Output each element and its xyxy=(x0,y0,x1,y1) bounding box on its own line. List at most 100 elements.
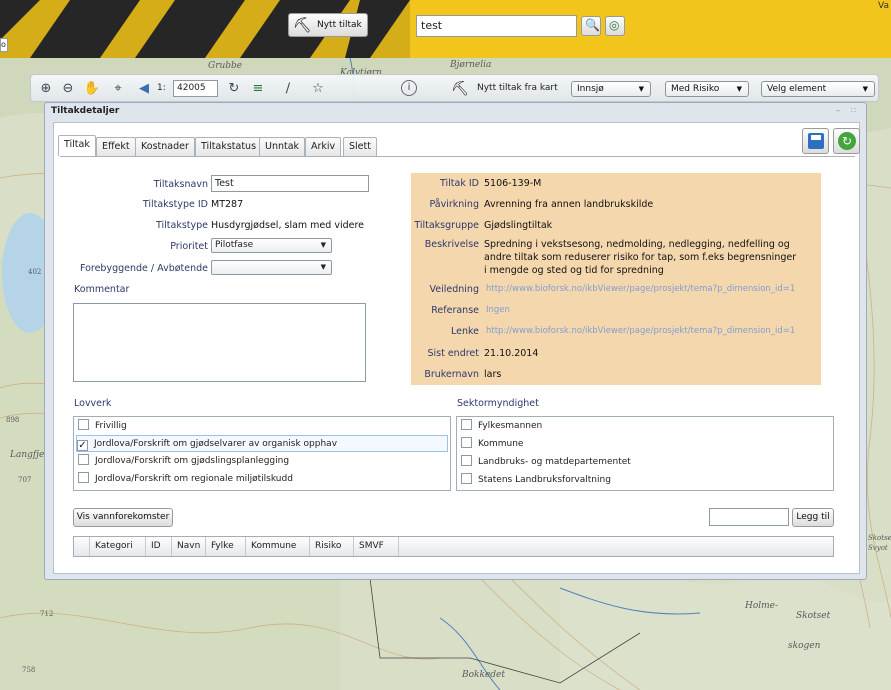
column-header-kategori[interactable]: Kategori xyxy=(90,537,146,556)
legg-til-input[interactable] xyxy=(709,508,789,526)
column-header-risiko[interactable]: Risiko xyxy=(310,537,354,556)
tab-kostnader[interactable]: Kostnader xyxy=(135,137,195,156)
map-label: Skotset xyxy=(796,611,831,621)
tab-unntak[interactable]: Unntak xyxy=(259,137,306,156)
checkbox[interactable] xyxy=(78,472,89,483)
element-dropdown[interactable]: Velg element ▼ xyxy=(761,81,875,97)
waterbody-dropdown[interactable]: Innsjø ▼ xyxy=(571,81,651,97)
dropdown-arrow-icon: ▼ xyxy=(638,85,644,93)
refresh-button[interactable]: ↻ xyxy=(833,128,860,154)
checkbox[interactable] xyxy=(78,419,89,430)
sektor-item[interactable]: Kommune xyxy=(461,436,523,453)
info-box: Tiltak ID 5106-139-M Påvirkning Avrennin… xyxy=(411,173,821,385)
zoom-in-icon[interactable]: ⊕ xyxy=(37,80,55,98)
risk-dropdown[interactable]: Med Risiko ▼ xyxy=(665,81,749,97)
pavirkning-value: Avrenning fra annen landbrukskilde xyxy=(484,199,654,210)
sektor-item[interactable]: Statens Landbruksforvaltning xyxy=(461,472,611,489)
sektor-item[interactable]: Landbruks- og matdepartementet xyxy=(461,454,631,471)
column-header-fylke[interactable]: Fylke xyxy=(206,537,246,556)
tiltak-id-value: 5106-139-M xyxy=(484,178,542,189)
lovverk-item[interactable]: Jordlova/Forskrift om gjødslingsplanlegg… xyxy=(78,453,289,470)
map-label: 898 xyxy=(6,416,20,424)
vannforekomster-grid-header: Kategori ID Navn Fylke Kommune Risiko SM… xyxy=(73,536,834,557)
back-arrow-icon[interactable]: ◀ xyxy=(135,80,153,98)
save-button[interactable] xyxy=(802,128,829,154)
search-button[interactable]: 🔍 xyxy=(581,16,601,36)
tiltakstype-id-label: Tiltakstype ID xyxy=(142,199,208,210)
dropdown-arrow-icon: ▼ xyxy=(862,85,868,93)
vis-vannforekomster-button[interactable]: Vis vannforekomster xyxy=(73,508,173,527)
left-edge-tab[interactable]: o xyxy=(0,38,8,52)
sist-endret-label: Sist endret xyxy=(427,348,479,359)
sektormyndighet-list: Fylkesmannen Kommune Landbruks- og matde… xyxy=(456,416,834,491)
nytt-tiltak-fra-kart-link[interactable]: Nytt tiltak fra kart xyxy=(477,83,558,93)
magnifier-icon: 🔍 xyxy=(585,18,600,32)
sektor-item[interactable]: Fylkesmannen xyxy=(461,418,542,435)
veiledning-link[interactable]: http://www.bioforsk.no/ikbViewer/page/pr… xyxy=(486,284,819,294)
pan-hand-icon[interactable]: ✋ xyxy=(83,80,101,98)
map-label: Bokkedet xyxy=(462,670,505,680)
grid-row-selector xyxy=(74,537,90,556)
pavirkning-label: Påvirkning xyxy=(429,199,479,210)
legg-til-button[interactable]: Legg til xyxy=(792,508,834,527)
checkbox[interactable] xyxy=(461,473,472,484)
kommentar-textarea[interactable] xyxy=(73,303,366,382)
dropdown-arrow-icon: ▼ xyxy=(320,241,326,249)
map-label: 707 xyxy=(18,476,32,484)
checkbox[interactable] xyxy=(461,419,472,430)
lenke-link[interactable]: http://www.bioforsk.no/ikbViewer/page/pr… xyxy=(486,326,819,336)
brukernavn-label: Brukernavn xyxy=(424,369,479,380)
zoom-out-icon[interactable]: ⊖ xyxy=(59,80,77,98)
column-header-smvf[interactable]: SMVF xyxy=(354,537,399,556)
beskrivelse-line: andre tiltak som reduserer risiko for ta… xyxy=(484,252,797,263)
lovverk-item[interactable]: Jordlova/Forskrift om regionale miljøtil… xyxy=(78,471,293,488)
minimize-icon[interactable]: – xyxy=(836,106,840,115)
map-label: Skotsel xyxy=(868,534,891,542)
zoom-extent-icon[interactable]: ⌖ xyxy=(109,80,127,98)
search-input[interactable]: test xyxy=(416,15,577,37)
scale-input[interactable]: 42005 xyxy=(173,80,218,97)
measure-area-icon[interactable]: ☆ xyxy=(309,80,327,98)
floppy-disk-icon xyxy=(808,133,824,149)
sist-endret-value: 21.10.2014 xyxy=(484,348,539,359)
lovverk-item[interactable]: Frivillig xyxy=(78,418,127,435)
map-toolbar: ⊕ ⊖ ✋ ⌖ ◀ 1: 42005 ↻ ≡ ∕ ☆ i ⛏ Nytt tilt… xyxy=(30,74,879,102)
tab-arkiv[interactable]: Arkiv xyxy=(305,137,342,156)
tab-tiltakstatus[interactable]: Tiltakstatus xyxy=(195,137,263,156)
tiltaksnavn-input[interactable]: Test xyxy=(211,175,369,192)
checkbox[interactable] xyxy=(461,455,472,466)
prioritet-select[interactable]: Pilotfase ▼ xyxy=(211,238,332,253)
info-icon[interactable]: i xyxy=(401,80,417,96)
column-header-id[interactable]: ID xyxy=(146,537,172,556)
referanse-value: Ingen xyxy=(486,305,510,315)
measure-icon[interactable]: ∕ xyxy=(279,80,297,98)
veiledning-label: Veiledning xyxy=(429,284,479,295)
checkbox[interactable] xyxy=(461,437,472,448)
column-header-kommune[interactable]: Kommune xyxy=(246,537,310,556)
nytt-tiltak-button[interactable]: ⛏ Nytt tiltak xyxy=(288,13,368,37)
layers-icon[interactable]: ≡ xyxy=(249,80,267,98)
forebyggende-select[interactable]: ▼ xyxy=(211,260,332,275)
tab-effekt[interactable]: Effekt xyxy=(96,137,136,156)
map-label: Holme- xyxy=(745,601,779,611)
checkbox-checked[interactable]: ✓ xyxy=(77,440,88,451)
panel-content: Tiltak Effekt Kostnader Tiltakstatus Unn… xyxy=(53,122,860,574)
map-label: 712 xyxy=(40,610,54,618)
maximize-icon[interactable]: ∷ xyxy=(851,106,856,115)
lovverk-item[interactable]: ✓ Jordlova/Forskrift om gjødselvarer av o… xyxy=(76,435,448,452)
worker-icon: ⛏ xyxy=(451,81,469,97)
map-label: Svyot xyxy=(868,544,888,552)
tiltaksnavn-label: Tiltaksnavn xyxy=(153,179,208,190)
brukernavn-value: lars xyxy=(484,369,502,380)
refresh-icon[interactable]: ↻ xyxy=(225,80,243,98)
beskrivelse-line: i mengde og sted og tid for spredning xyxy=(484,265,664,276)
search-map-button[interactable]: ◎ xyxy=(605,16,625,36)
scale-prefix: 1: xyxy=(157,83,166,93)
refresh-green-icon: ↻ xyxy=(838,132,856,150)
search-globe-icon: ◎ xyxy=(609,18,620,32)
tab-slett[interactable]: Slett xyxy=(343,137,377,156)
column-header-navn[interactable]: Navn xyxy=(172,537,206,556)
beskrivelse-line: Spredning i vekstsesong, nedmolding, ned… xyxy=(484,239,790,250)
tab-tiltak[interactable]: Tiltak xyxy=(58,135,96,156)
checkbox[interactable] xyxy=(78,454,89,465)
